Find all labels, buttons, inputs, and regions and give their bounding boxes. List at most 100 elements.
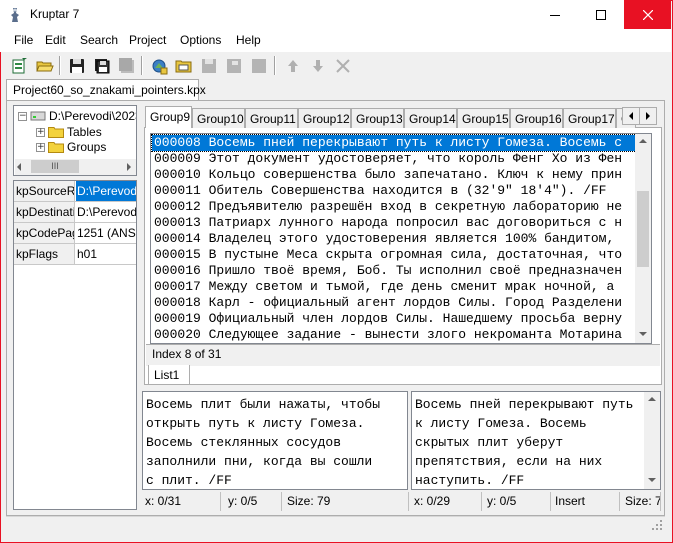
- list-item[interactable]: 000010 Кольцо совершенства было запечата…: [152, 167, 636, 183]
- original-text-editor[interactable]: Восемь плит были нажаты, чтобы открыть п…: [142, 391, 408, 490]
- list-item[interactable]: 000019 Официальный член лордов Силы. Наш…: [152, 311, 636, 327]
- title-bar[interactable]: Kruptar 7: [0, 0, 671, 30]
- menu-edit[interactable]: Edit: [45, 33, 66, 47]
- scroll-down-icon[interactable]: [648, 478, 656, 482]
- minimize-icon: [550, 14, 560, 16]
- original-text[interactable]: Восемь плит были нажаты, чтобы открыть п…: [146, 395, 380, 489]
- disabled-button-1[interactable]: [197, 54, 220, 77]
- tab-group14[interactable]: Group14: [404, 108, 457, 128]
- disabled-button-2[interactable]: [222, 54, 245, 77]
- property-row[interactable]: kpDestination D:\Perevodi: [14, 202, 136, 223]
- disabled-close-icon: [251, 58, 266, 73]
- menu-file[interactable]: File: [14, 33, 33, 47]
- window-title: Kruptar 7: [30, 7, 80, 21]
- list-item[interactable]: 000017 Между светом и тьмой, где день см…: [152, 279, 636, 295]
- open-button[interactable]: [33, 54, 56, 77]
- open-folder-button[interactable]: [172, 54, 195, 77]
- translation-text-editor[interactable]: Восемь пней перекрывают путь к листу Гом…: [411, 391, 661, 490]
- scroll-up-icon[interactable]: [639, 139, 647, 143]
- tab-scroll-left-button[interactable]: [622, 107, 640, 125]
- menu-bar: File Edit Search Project Options Help: [0, 30, 671, 52]
- list-item[interactable]: 000013 Патриарх лунного народа попросил …: [152, 215, 636, 231]
- tab-group12[interactable]: Group12: [298, 108, 351, 128]
- property-value[interactable]: D:\Perevodi: [76, 181, 136, 201]
- kruptar-app-icon: [11, 8, 19, 22]
- translation-text[interactable]: Восемь пней перекрывают путь к листу Гом…: [415, 395, 633, 489]
- menu-project[interactable]: Project: [129, 33, 166, 47]
- tree-horizontal-scrollbar[interactable]: III: [15, 159, 136, 175]
- tree-tables-label: Tables: [67, 125, 102, 139]
- scroll-right-icon[interactable]: [127, 163, 131, 171]
- new-project-icon: [12, 57, 27, 73]
- tab-group16[interactable]: Group16: [510, 108, 563, 128]
- collapse-icon[interactable]: −: [18, 111, 27, 121]
- list-item[interactable]: 000020 Следующее задание - вынести злого…: [152, 327, 636, 343]
- property-value[interactable]: 1251 (ANSI: [76, 223, 136, 243]
- expand-icon[interactable]: +: [36, 142, 45, 152]
- tab-project-file[interactable]: Project60_so_znakami_pointers.kpx: [6, 79, 206, 101]
- list-item[interactable]: 000014 Владелец этого удостоверения явля…: [152, 231, 636, 247]
- insert-mode: Insert: [552, 492, 620, 511]
- save-all-button[interactable]: [90, 54, 113, 77]
- add-item-button[interactable]: [147, 54, 170, 77]
- list-item[interactable]: 000016 Пришло твоё время, Боб. Ты исполн…: [152, 263, 636, 279]
- tab-group9[interactable]: Group9: [145, 106, 192, 128]
- scroll-up-icon[interactable]: [648, 397, 656, 401]
- right-size: Size: 77: [622, 492, 661, 511]
- menu-help[interactable]: Help: [236, 33, 261, 47]
- close-button[interactable]: [624, 0, 671, 29]
- tab-group13[interactable]: Group13: [351, 108, 404, 128]
- open-folder-icon: [35, 61, 54, 71]
- save-button[interactable]: [65, 54, 88, 77]
- tree-node-groups[interactable]: + Groups: [36, 139, 106, 155]
- tree-node-root[interactable]: − D:\Perevodi\2023: [18, 108, 136, 124]
- property-name: kpCodePage: [14, 223, 75, 243]
- list-item[interactable]: 000012 Предъявителю разрешён вход в секр…: [152, 199, 636, 215]
- property-row[interactable]: kpFlags h01: [14, 244, 136, 265]
- project-tree[interactable]: − D:\Perevodi\2023 + Tables + Groups III: [13, 105, 137, 176]
- tab-scroll-right-button[interactable]: [639, 107, 657, 125]
- tab-group10[interactable]: Group10: [192, 108, 245, 128]
- close-project-button[interactable]: [115, 54, 138, 77]
- tab-list1[interactable]: List1: [148, 365, 190, 385]
- scroll-thumb[interactable]: [637, 191, 649, 267]
- menu-options[interactable]: Options: [180, 33, 221, 47]
- list-item[interactable]: 000009 Этот документ удостоверяет, что к…: [152, 151, 636, 167]
- list-item[interactable]: 000008 Восемь пней перекрывают путь к ли…: [151, 134, 637, 152]
- editor-vertical-scrollbar[interactable]: [644, 392, 660, 489]
- arrow-left-icon: [629, 112, 633, 120]
- maximize-button[interactable]: [578, 0, 624, 29]
- property-value[interactable]: h01: [76, 244, 136, 264]
- scroll-down-icon[interactable]: [639, 332, 647, 336]
- folder-icon: [48, 142, 64, 153]
- group-tabs: Group9 Group10 Group11 Group12 Group13 G…: [144, 106, 663, 128]
- tree-node-tables[interactable]: + Tables: [36, 124, 102, 140]
- new-project-button[interactable]: [8, 54, 31, 77]
- scroll-left-icon[interactable]: [17, 163, 21, 171]
- property-row[interactable]: kpSourceRO D:\Perevodi: [14, 181, 136, 202]
- menu-search[interactable]: Search: [80, 33, 118, 47]
- list-item[interactable]: 000011 Обитель Совершенства находится в …: [152, 183, 636, 199]
- tab-group15[interactable]: Group15: [457, 108, 510, 128]
- move-up-button[interactable]: [281, 54, 304, 77]
- tab-group11[interactable]: Group11: [245, 108, 298, 128]
- tab-group17[interactable]: Group17: [563, 108, 616, 128]
- properties-grid[interactable]: kpSourceRO D:\Perevodi kpDestination D:\…: [13, 180, 137, 510]
- move-down-button[interactable]: [306, 54, 329, 77]
- property-row[interactable]: kpCodePage 1251 (ANSI: [14, 223, 136, 244]
- resize-grip-icon[interactable]: [652, 520, 663, 531]
- right-cursor-x: x: 0/29: [411, 492, 482, 511]
- left-cursor-y: y: 0/5: [225, 492, 282, 511]
- string-list[interactable]: 000008 Восемь пней перекрывают путь к ли…: [150, 133, 652, 344]
- scroll-thumb[interactable]: III: [31, 160, 79, 173]
- disk-icon: [30, 111, 46, 121]
- list-item[interactable]: 000018 Карл - официальный агент лордов С…: [152, 295, 636, 311]
- minimize-button[interactable]: [532, 0, 578, 29]
- property-value[interactable]: D:\Perevodi: [76, 202, 136, 222]
- tab-scroll-buttons: [622, 107, 658, 125]
- list-item[interactable]: 000015 В пустыне Меса скрыта огромная си…: [152, 247, 636, 263]
- disabled-button-3[interactable]: [247, 54, 270, 77]
- expand-icon[interactable]: +: [36, 127, 45, 137]
- delete-button[interactable]: [331, 54, 354, 77]
- list-vertical-scrollbar[interactable]: [635, 134, 651, 343]
